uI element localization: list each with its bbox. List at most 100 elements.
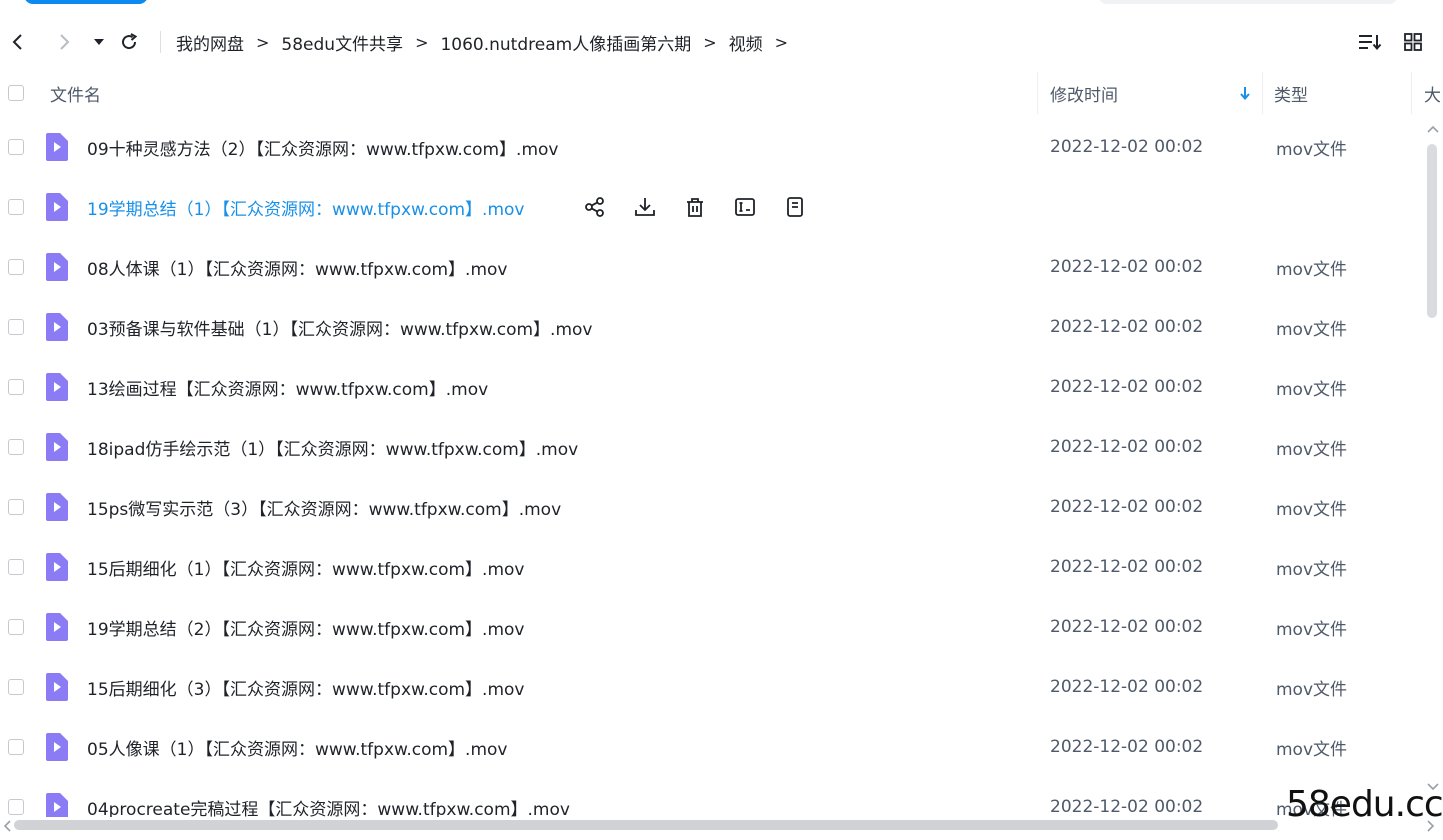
table-row[interactable]: 15后期细化（3）【汇众资源网：www.tfpxw.com】.mov 2022-… [0, 657, 1423, 717]
row-checkbox[interactable] [8, 319, 24, 335]
file-name[interactable]: 19学期总结（2）【汇众资源网：www.tfpxw.com】.mov [87, 597, 524, 657]
column-divider[interactable] [1262, 72, 1263, 114]
breadcrumb-item-course[interactable]: 1060.nutdream人像插画第六期 [440, 30, 691, 55]
chevron-left-icon [12, 34, 22, 50]
file-name[interactable]: 03预备课与软件基础（1）【汇众资源网：www.tfpxw.com】.mov [87, 297, 592, 357]
video-file-icon [46, 733, 68, 761]
row-checkbox[interactable] [8, 799, 24, 815]
row-checkbox[interactable] [8, 499, 24, 515]
file-name[interactable]: 19学期总结（1）【汇众资源网：www.tfpxw.com】.mov [87, 177, 524, 237]
table-row[interactable]: 05人像课（1）【汇众资源网：www.tfpxw.com】.mov 2022-1… [0, 717, 1423, 777]
video-file-icon [46, 373, 68, 401]
file-modified: 2022-12-02 00:02 [1050, 317, 1204, 337]
scroll-up-icon[interactable] [1426, 124, 1440, 134]
video-file-icon [46, 613, 68, 641]
more-info-button[interactable] [782, 194, 808, 220]
file-name[interactable]: 18ipad仿手绘示范（1）【汇众资源网：www.tfpxw.com】.mov [87, 417, 578, 477]
row-checkbox[interactable] [8, 739, 24, 755]
refresh-button[interactable] [115, 28, 143, 56]
file-modified: 2022-12-02 00:02 [1050, 137, 1204, 157]
table-row[interactable]: 15ps微写实示范（3）【汇众资源网：www.tfpxw.com】.mov 20… [0, 477, 1423, 537]
download-button[interactable] [632, 194, 658, 220]
file-name[interactable]: 09十种灵感方法（2）【汇众资源网：www.tfpxw.com】.mov [87, 117, 558, 177]
download-icon [635, 198, 655, 216]
file-name[interactable]: 05人像课（1）【汇众资源网：www.tfpxw.com】.mov [87, 717, 507, 777]
column-header-name[interactable]: 文件名 [50, 72, 101, 114]
breadcrumb-separator: > [703, 32, 717, 52]
grid-view-icon [1404, 33, 1422, 51]
file-name[interactable]: 04procreate完稿过程【汇众资源网：www.tfpxw.com】.mov [87, 777, 570, 818]
table-row[interactable]: 19学期总结（1）【汇众资源网：www.tfpxw.com】.mov [0, 177, 1423, 237]
breadcrumb-item-share[interactable]: 58edu文件共享 [281, 30, 403, 55]
horizontal-scrollbar[interactable] [0, 816, 1443, 840]
breadcrumb: 我的网盘 > 58edu文件共享 > 1060.nutdream人像插画第六期 … [176, 28, 800, 56]
table-row[interactable]: 19学期总结（2）【汇众资源网：www.tfpxw.com】.mov 2022-… [0, 597, 1423, 657]
row-checkbox[interactable] [8, 679, 24, 695]
table-row[interactable]: 03预备课与软件基础（1）【汇众资源网：www.tfpxw.com】.mov 2… [0, 297, 1423, 357]
column-divider[interactable] [1037, 72, 1038, 114]
file-name[interactable]: 15后期细化（1）【汇众资源网：www.tfpxw.com】.mov [87, 537, 524, 597]
table-row[interactable]: 09十种灵感方法（2）【汇众资源网：www.tfpxw.com】.mov 202… [0, 117, 1423, 177]
video-file-icon [46, 253, 68, 281]
refresh-icon [122, 33, 138, 50]
delete-button[interactable] [682, 194, 708, 220]
file-modified: 2022-12-02 00:02 [1050, 797, 1204, 817]
table-row[interactable]: 15后期细化（1）【汇众资源网：www.tfpxw.com】.mov 2022-… [0, 537, 1423, 597]
toolbar-divider [160, 31, 161, 53]
row-checkbox[interactable] [8, 259, 24, 275]
file-name[interactable]: 13绘画过程【汇众资源网：www.tfpxw.com】.mov [87, 357, 488, 417]
vertical-scroll-thumb[interactable] [1427, 144, 1437, 318]
forward-button[interactable] [50, 28, 78, 56]
file-type: mov文件 [1276, 619, 1348, 640]
row-checkbox[interactable] [8, 619, 24, 635]
caret-down-icon [94, 39, 104, 45]
row-checkbox[interactable] [8, 139, 24, 155]
column-header-modified[interactable]: 修改时间 [1050, 72, 1118, 114]
file-name[interactable]: 15后期细化（3）【汇众资源网：www.tfpxw.com】.mov [87, 657, 524, 717]
breadcrumb-item-current[interactable]: 视频 [729, 30, 763, 55]
sort-desc-indicator[interactable] [1239, 72, 1251, 114]
table-header: 文件名 修改时间 类型 大 [0, 72, 1443, 114]
horizontal-scroll-thumb[interactable] [14, 820, 1278, 830]
share-icon [585, 197, 604, 217]
file-modified: 2022-12-02 00:02 [1050, 257, 1204, 277]
delete-icon [687, 198, 703, 217]
toolbar: 我的网盘 > 58edu文件共享 > 1060.nutdream人像插画第六期 … [0, 22, 1443, 62]
breadcrumb-separator: > [256, 32, 270, 52]
table-row[interactable]: 08人体课（1）【汇众资源网：www.tfpxw.com】.mov 2022-1… [0, 237, 1423, 297]
row-checkbox[interactable] [8, 439, 24, 455]
column-divider[interactable] [1411, 72, 1412, 114]
search-box-edge[interactable] [1098, 0, 1398, 4]
file-type: mov文件 [1276, 679, 1348, 700]
file-name[interactable]: 08人体课（1）【汇众资源网：www.tfpxw.com】.mov [87, 237, 507, 297]
video-file-icon [46, 673, 68, 701]
back-button[interactable] [4, 28, 32, 56]
column-header-type[interactable]: 类型 [1274, 72, 1308, 114]
file-type: mov文件 [1276, 499, 1348, 520]
row-checkbox[interactable] [8, 379, 24, 395]
file-modified: 2022-12-02 00:02 [1050, 437, 1204, 457]
select-all-checkbox[interactable] [8, 85, 24, 101]
table-row[interactable]: 04procreate完稿过程【汇众资源网：www.tfpxw.com】.mov… [0, 777, 1423, 817]
file-modified: 2022-12-02 00:02 [1050, 377, 1204, 397]
table-row[interactable]: 18ipad仿手绘示范（1）【汇众资源网：www.tfpxw.com】.mov … [0, 417, 1423, 477]
grid-view-button[interactable] [1399, 28, 1427, 56]
history-dropdown[interactable] [85, 28, 113, 56]
row-checkbox[interactable] [8, 559, 24, 575]
sort-button[interactable] [1356, 28, 1384, 56]
upload-button-edge[interactable] [24, 0, 148, 4]
file-modified: 2022-12-02 00:02 [1050, 557, 1204, 577]
video-file-icon [46, 553, 68, 581]
rename-button[interactable] [732, 194, 758, 220]
row-checkbox[interactable] [8, 199, 24, 215]
file-type: mov文件 [1276, 739, 1348, 760]
breadcrumb-item-root[interactable]: 我的网盘 [176, 30, 244, 55]
table-row[interactable]: 13绘画过程【汇众资源网：www.tfpxw.com】.mov 2022-12-… [0, 357, 1423, 417]
column-header-size[interactable]: 大 [1424, 72, 1441, 114]
file-modified: 2022-12-02 00:02 [1050, 677, 1204, 697]
vertical-scrollbar[interactable] [1423, 122, 1443, 812]
file-name[interactable]: 15ps微写实示范（3）【汇众资源网：www.tfpxw.com】.mov [87, 477, 561, 537]
file-modified: 2022-12-02 00:02 [1050, 497, 1204, 517]
share-button[interactable] [582, 194, 608, 220]
scroll-left-icon[interactable] [2, 819, 12, 833]
